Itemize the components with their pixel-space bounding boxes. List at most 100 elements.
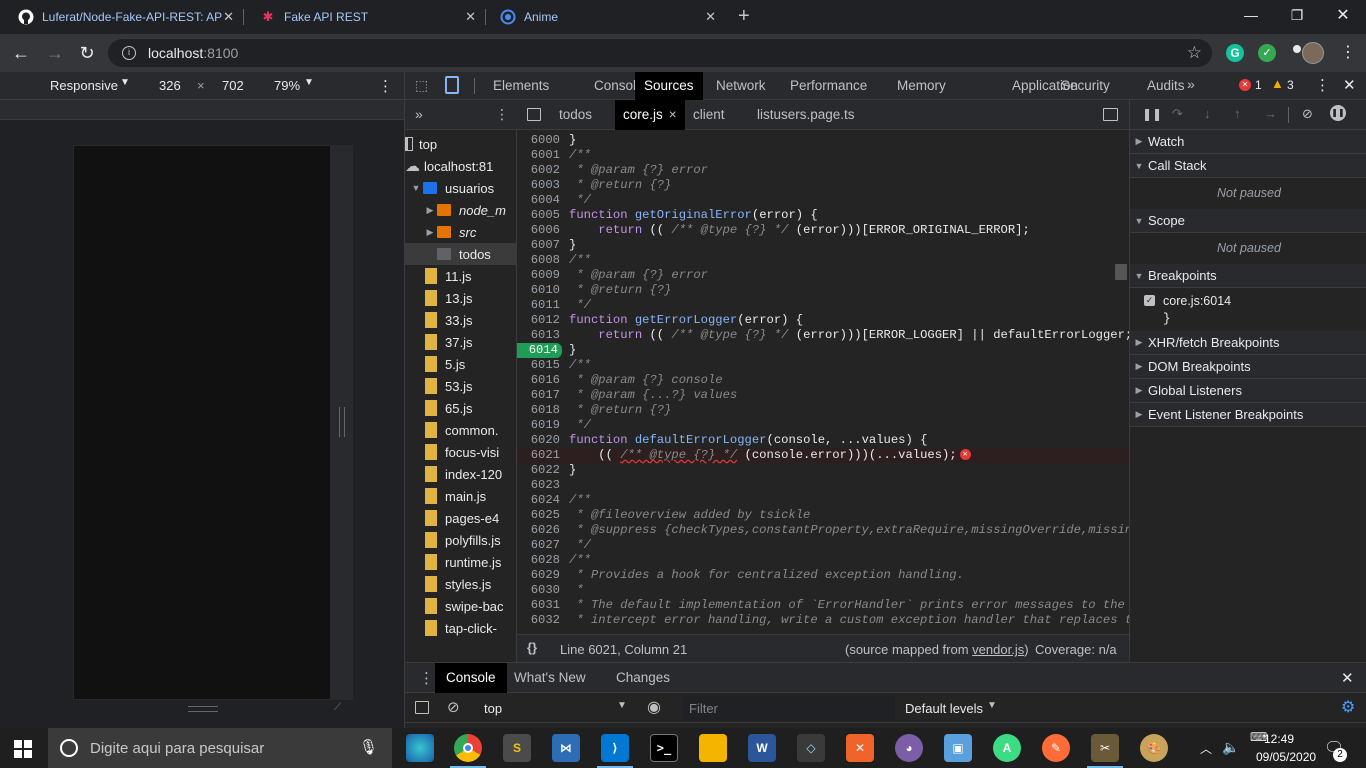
step-out-icon[interactable]: ↑ bbox=[1234, 106, 1241, 121]
address-bar[interactable]: i localhost:8100 ☆ bbox=[108, 39, 1212, 67]
code-line[interactable]: 6020 function defaultErrorLogger(console,… bbox=[517, 433, 1129, 448]
warning-icon[interactable]: ▲ bbox=[1271, 76, 1284, 91]
word-icon[interactable]: W bbox=[748, 734, 776, 762]
code-line[interactable]: 6029 * Provides a hook for centralized e… bbox=[517, 568, 1129, 583]
navigator-item[interactable]: ▼ usuarios bbox=[405, 177, 517, 199]
navigator-item[interactable]: pages-e4 bbox=[405, 507, 517, 529]
code-line[interactable]: 6009 * @param {?} error bbox=[517, 268, 1129, 283]
volume-icon[interactable]: 🔈 bbox=[1222, 739, 1239, 756]
clock-date[interactable]: 09/05/2020 bbox=[1256, 750, 1316, 764]
code-line[interactable]: 6021 (( /** @type {?} */ (console.error)… bbox=[517, 448, 1129, 463]
code-line[interactable]: 6010 * @return {?} bbox=[517, 283, 1129, 298]
line-number[interactable]: 6032 bbox=[517, 613, 564, 628]
drawer-tab-what-s-new[interactable]: What's New bbox=[503, 663, 597, 693]
devtools-tab-network[interactable]: Network bbox=[707, 72, 775, 100]
close-tab-icon[interactable]: × bbox=[669, 107, 677, 122]
code-line[interactable]: 6003 * @return {?} bbox=[517, 178, 1129, 193]
code-line[interactable]: 6017 * @param {...?} values bbox=[517, 388, 1129, 403]
deactivate-breakpoints-icon[interactable]: ⊘ bbox=[1302, 106, 1313, 122]
line-number[interactable]: 6011 bbox=[517, 298, 564, 313]
source-map-link[interactable]: vendor.js bbox=[972, 642, 1024, 657]
navigator-item[interactable]: common. bbox=[405, 419, 517, 441]
media-query-bar[interactable] bbox=[0, 100, 404, 120]
line-number[interactable]: 6028 bbox=[517, 553, 564, 568]
code-line[interactable]: 6031 * The default implementation of `Er… bbox=[517, 598, 1129, 613]
line-number[interactable]: 6018 bbox=[517, 403, 564, 418]
code-line[interactable]: 6028 /** bbox=[517, 553, 1129, 568]
forward-icon[interactable]: → bbox=[42, 40, 68, 66]
devtools-tab-elements[interactable]: Elements bbox=[484, 72, 558, 100]
android-studio-icon[interactable]: A bbox=[993, 734, 1021, 762]
debugger-section-call-stack[interactable]: ▼ Call Stack bbox=[1130, 154, 1366, 178]
security-app-icon[interactable]: S bbox=[503, 734, 531, 762]
line-number[interactable]: 6027 bbox=[517, 538, 564, 553]
virtualbox-icon[interactable]: ◇ bbox=[797, 734, 825, 762]
code-line[interactable]: 6018 * @return {?} bbox=[517, 403, 1129, 418]
code-line[interactable]: 6027 */ bbox=[517, 538, 1129, 553]
line-number[interactable]: 6004 bbox=[517, 193, 564, 208]
toggle-debugger-icon[interactable] bbox=[1103, 108, 1118, 121]
debugger-section-event-listener-breakpoints[interactable]: ▶ Event Listener Breakpoints bbox=[1130, 403, 1366, 427]
line-number[interactable]: 6009 bbox=[517, 268, 564, 283]
line-number[interactable]: 6015 bbox=[517, 358, 564, 373]
log-levels-select[interactable]: Default levels bbox=[905, 701, 983, 716]
line-number[interactable]: 6026 bbox=[517, 523, 564, 538]
line-number[interactable]: 6021 bbox=[517, 448, 564, 463]
drawer-tab-changes[interactable]: Changes bbox=[605, 663, 681, 693]
minimize-icon[interactable]: — bbox=[1228, 0, 1274, 30]
console-sidebar-icon[interactable] bbox=[415, 701, 429, 714]
grammarly-extension-icon[interactable]: G bbox=[1226, 44, 1244, 62]
line-number[interactable]: 6016 bbox=[517, 373, 564, 388]
devtools-tab-memory[interactable]: Memory bbox=[888, 72, 955, 100]
line-number[interactable]: 6006 bbox=[517, 223, 564, 238]
breakpoint-line-number[interactable]: 6014 bbox=[517, 343, 562, 358]
code-line[interactable]: 6011 */ bbox=[517, 298, 1129, 313]
map-app-icon[interactable]: ⋈ bbox=[552, 734, 580, 762]
error-marker-icon[interactable]: ✕ bbox=[959, 449, 971, 461]
error-icon[interactable]: ✕ bbox=[1239, 79, 1251, 91]
error-count[interactable]: 1 bbox=[1255, 78, 1262, 92]
taskbar-search-box[interactable]: Digite aqui para pesquisar 🎙 bbox=[48, 728, 392, 768]
xampp-icon[interactable]: ✕ bbox=[846, 734, 874, 762]
code-line[interactable]: 6030 * bbox=[517, 583, 1129, 598]
line-number[interactable]: 6031 bbox=[517, 598, 564, 613]
close-drawer-icon[interactable]: ✕ bbox=[1341, 669, 1354, 687]
viewport-resize-handle[interactable] bbox=[331, 145, 353, 700]
close-tab-icon[interactable]: ✕ bbox=[223, 9, 234, 25]
devtools-menu-icon[interactable]: ⋮ bbox=[1315, 76, 1330, 94]
editor-tab-listusers-page-ts[interactable]: listusers.page.ts bbox=[749, 100, 863, 130]
pause-on-exceptions-icon[interactable]: ❚❚ bbox=[1330, 105, 1346, 121]
code-line[interactable]: 6000} bbox=[517, 133, 1129, 148]
more-tabs-button[interactable]: » bbox=[1187, 76, 1195, 92]
browser-menu-icon[interactable]: ⋮ bbox=[1340, 42, 1356, 62]
file-explorer-icon[interactable] bbox=[699, 734, 727, 762]
navigator-item[interactable]: 5.js bbox=[405, 353, 517, 375]
debugger-section-watch[interactable]: ▶ Watch bbox=[1130, 130, 1366, 154]
paint-icon[interactable]: 🎨 bbox=[1140, 734, 1168, 762]
back-icon[interactable]: ← bbox=[8, 40, 34, 66]
drawer-tab-console[interactable]: Console bbox=[435, 663, 507, 693]
code-line[interactable]: 6032 * intercept error handling, write a… bbox=[517, 613, 1129, 628]
navigator-item[interactable]: top bbox=[405, 133, 517, 155]
code-line[interactable]: 6001 /** bbox=[517, 148, 1129, 163]
code-line[interactable]: 6007} bbox=[517, 238, 1129, 253]
code-line[interactable]: 6025 * @fileoverview added by tsickle bbox=[517, 508, 1129, 523]
line-number[interactable]: 6025 bbox=[517, 508, 564, 523]
restore-icon[interactable]: ❐ bbox=[1274, 0, 1320, 30]
navigator-item[interactable]: 33.js bbox=[405, 309, 517, 331]
device-mode-select[interactable]: Responsive bbox=[50, 78, 118, 93]
code-line[interactable]: 6005 function getOriginalError(error) { bbox=[517, 208, 1129, 223]
line-number[interactable]: 6008 bbox=[517, 253, 564, 268]
navigator-item[interactable]: 37.js bbox=[405, 331, 517, 353]
chevron-up-icon[interactable]: ︿ bbox=[1200, 740, 1212, 757]
snipping-tool-icon[interactable]: ✂ bbox=[1087, 734, 1123, 768]
editor-tab-core-js[interactable]: core.js × bbox=[615, 100, 685, 130]
code-line[interactable]: 6002 * @param {?} error bbox=[517, 163, 1129, 178]
navigator-item[interactable]: main.js bbox=[405, 485, 517, 507]
code-line[interactable]: 6023 bbox=[517, 478, 1129, 493]
line-number[interactable]: 6005 bbox=[517, 208, 564, 223]
line-number[interactable]: 6012 bbox=[517, 313, 564, 328]
clear-console-icon[interactable]: ⊘ bbox=[447, 698, 460, 716]
code-line[interactable]: 6008 /** bbox=[517, 253, 1129, 268]
devtools-tab-performance[interactable]: Performance bbox=[781, 72, 876, 100]
